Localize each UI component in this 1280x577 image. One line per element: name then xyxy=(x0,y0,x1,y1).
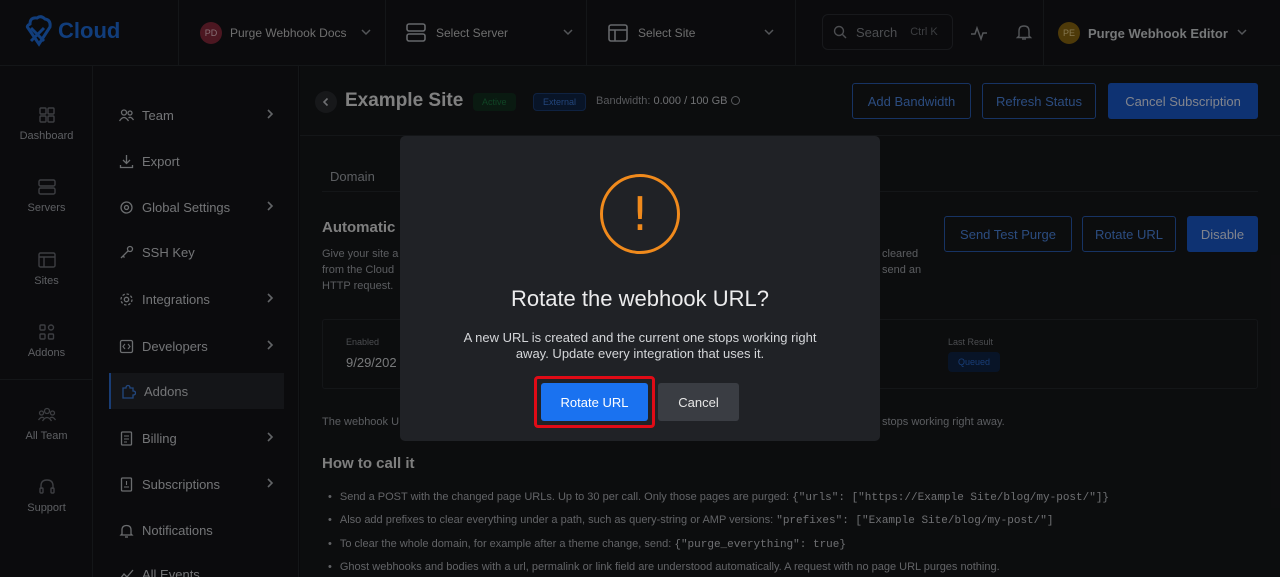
confirm-rotate-url-button[interactable]: Rotate URL xyxy=(541,383,648,421)
dialog-message: A new URL is created and the current one… xyxy=(463,330,817,361)
dialog-title: Rotate the webhook URL? xyxy=(510,286,770,311)
warning-icon: ! xyxy=(600,174,680,254)
cancel-button[interactable]: Cancel xyxy=(658,383,739,421)
rotate-url-dialog: ! Rotate the webhook URL? A new URL is c… xyxy=(400,136,880,441)
